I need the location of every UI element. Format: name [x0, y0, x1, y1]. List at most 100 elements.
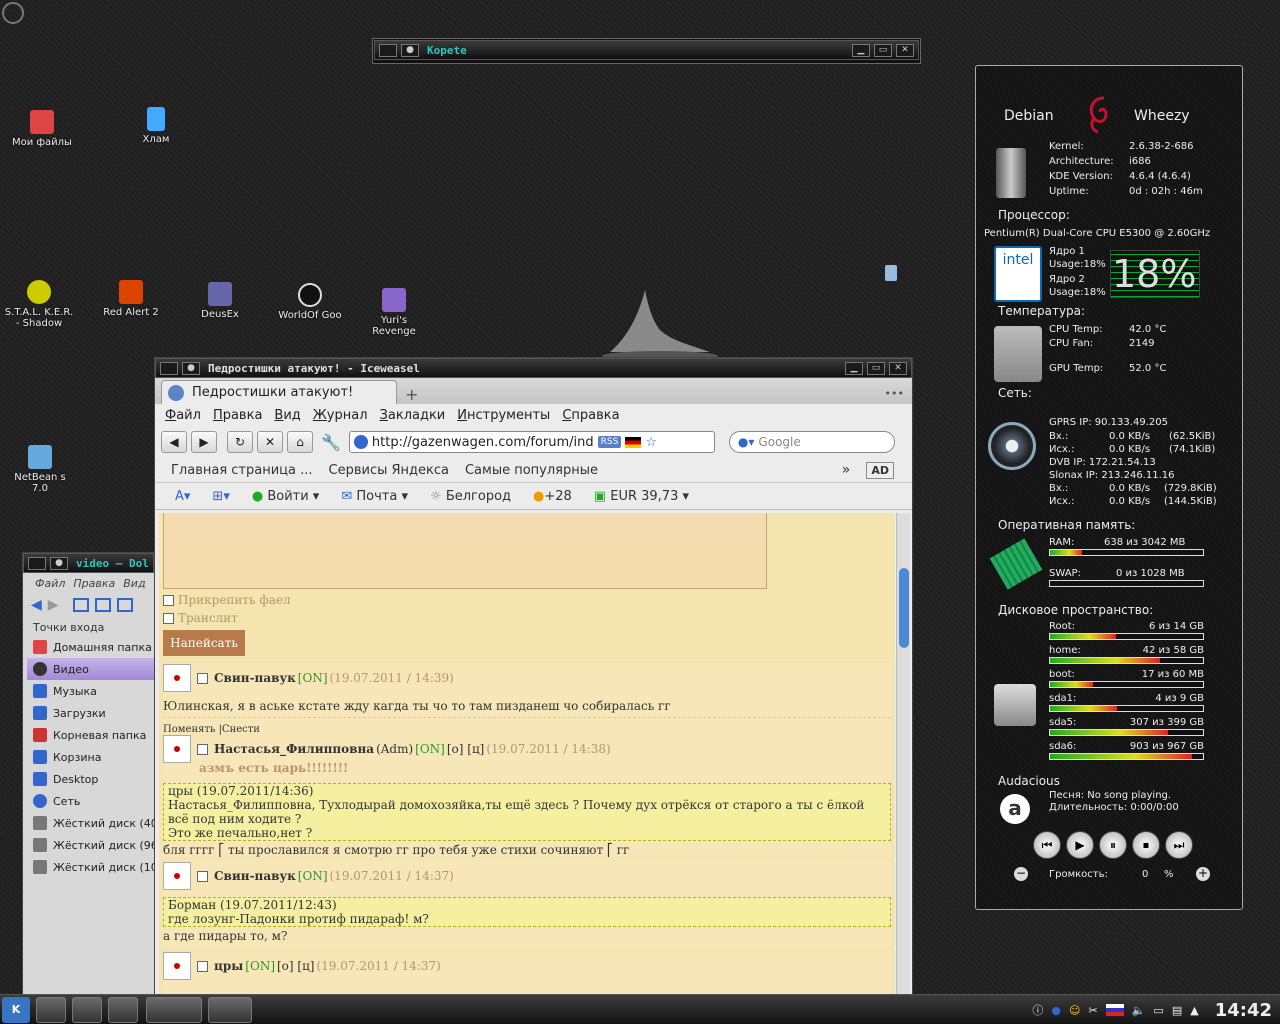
- stop-button[interactable]: ⏹: [1132, 831, 1160, 859]
- menu-edit[interactable]: Правка: [73, 577, 115, 590]
- adblock-button[interactable]: AD: [866, 461, 894, 479]
- play-button[interactable]: ▶: [1066, 831, 1094, 859]
- window-menu-button[interactable]: [379, 43, 397, 57]
- browser-icon[interactable]: [108, 996, 138, 1023]
- forward-button[interactable]: ▶: [191, 431, 217, 453]
- avatar[interactable]: [163, 952, 191, 980]
- post-actions[interactable]: Поменять |Снести: [163, 717, 891, 735]
- post-author[interactable]: цры: [214, 959, 243, 973]
- post-author[interactable]: Свин-павук: [214, 869, 296, 883]
- kopete-icon[interactable]: ☺: [1069, 1004, 1080, 1017]
- browser-titlebar[interactable]: ● Педростишки атакуют! - Iceweasel ▁ ▭ ✕: [155, 358, 912, 378]
- scissors-icon[interactable]: ✂: [1089, 1004, 1098, 1017]
- dolphin-window[interactable]: ● video — Dol Файл Правка Вид ◀ ▶ Точки …: [22, 552, 155, 997]
- menu-view[interactable]: Вид: [274, 408, 300, 423]
- login-button[interactable]: ● Войти ▾: [252, 489, 320, 504]
- home-button[interactable]: ⌂: [287, 431, 313, 453]
- rss-icon[interactable]: RSS: [597, 436, 622, 448]
- place-network[interactable]: Сеть: [27, 790, 154, 812]
- tab-active[interactable]: Педростишки атакуют!: [161, 380, 397, 404]
- select-checkbox[interactable]: [197, 870, 208, 882]
- browser-window[interactable]: ● Педростишки атакуют! - Iceweasel ▁ ▭ ✕…: [154, 357, 913, 997]
- place-disk-2[interactable]: Жёсткий диск (967,5: [27, 834, 154, 856]
- submit-button[interactable]: Напейсать: [163, 630, 245, 656]
- avatar[interactable]: [163, 862, 191, 890]
- search-engine-icon[interactable]: ●▾: [738, 435, 755, 449]
- currency-button[interactable]: ▣ EUR 39,73 ▾: [594, 489, 689, 504]
- avatar[interactable]: [163, 735, 191, 763]
- new-tab-button[interactable]: +: [405, 385, 418, 404]
- translit-option[interactable]: Транслит: [163, 611, 238, 625]
- minimize-button[interactable]: ▁: [845, 361, 863, 375]
- display-icon[interactable]: ▭: [1153, 1004, 1163, 1017]
- volume-down-button[interactable]: −: [1014, 867, 1028, 881]
- icons-view-icon[interactable]: [72, 598, 89, 612]
- minimize-button[interactable]: ▁: [852, 43, 870, 57]
- menu-file[interactable]: Файл: [165, 408, 201, 423]
- maximize-button[interactable]: ▭: [867, 361, 885, 375]
- desktop-icon-my-files[interactable]: Мои файлы: [7, 110, 77, 148]
- previous-track-button[interactable]: ⏮: [1033, 831, 1061, 859]
- url-text[interactable]: http://gazenwagen.com/forum/ind: [372, 435, 594, 450]
- volume-up-button[interactable]: +: [1196, 867, 1210, 881]
- desktop-icon-yuris-revenge[interactable]: Yuri's Revenge: [359, 288, 429, 337]
- info-icon[interactable]: ⓘ: [1032, 1002, 1043, 1018]
- sticky-button[interactable]: ●: [50, 556, 68, 570]
- select-checkbox[interactable]: [197, 672, 208, 684]
- wrench-icon[interactable]: 🔧: [321, 433, 341, 452]
- task-dolphin[interactable]: [208, 996, 252, 1023]
- desktop-icon-stalker[interactable]: S.T.A.L. K.E.R. - Shadow: [4, 280, 74, 329]
- keyboard-layout-flag-icon[interactable]: [1105, 1004, 1124, 1016]
- kde-menu-icon[interactable]: K: [2, 996, 30, 1023]
- zoom-icon[interactable]: ⊞▾: [212, 489, 229, 504]
- network-icon[interactable]: ●: [1051, 1004, 1061, 1017]
- clipboard-icon[interactable]: ▤: [1172, 1004, 1182, 1017]
- place-root[interactable]: Корневая папка: [27, 724, 154, 746]
- place-video[interactable]: Видео: [27, 658, 154, 680]
- kopete-titlebar[interactable]: ● Kopete ▁ ▭ ✕: [374, 40, 919, 60]
- desktop-widget-icon[interactable]: [885, 265, 897, 281]
- post-author[interactable]: Свин-павук: [214, 671, 296, 685]
- menu-file[interactable]: Файл: [35, 577, 65, 590]
- desktop-icon-worldofgoo[interactable]: WorldOf Goo: [275, 283, 345, 321]
- reload-button[interactable]: ↻: [227, 431, 253, 453]
- dolphin-titlebar[interactable]: ● video — Dol: [23, 553, 154, 573]
- attach-checkbox[interactable]: [163, 595, 174, 606]
- columns-view-icon[interactable]: [116, 598, 133, 612]
- city-button[interactable]: ☼ Белгород: [430, 489, 511, 504]
- next-track-button[interactable]: ⏭: [1165, 831, 1193, 859]
- details-view-icon[interactable]: [94, 598, 111, 612]
- menu-view[interactable]: Вид: [123, 577, 145, 590]
- chevron-right-icon[interactable]: »: [842, 462, 851, 478]
- desktop-icon-trash[interactable]: Хлам: [121, 107, 191, 145]
- search-box[interactable]: ●▾ Google: [728, 431, 895, 453]
- desktop-icon-deusex[interactable]: DeusEx: [185, 282, 255, 320]
- back-icon[interactable]: ◀: [31, 597, 42, 613]
- menu-bookmarks[interactable]: Закладки: [380, 408, 446, 423]
- clock[interactable]: 14:42: [1215, 1000, 1272, 1021]
- post-author[interactable]: Настасья_Филипповна: [214, 742, 374, 756]
- attach-option[interactable]: Прикрепить фаел: [163, 593, 291, 607]
- pause-button[interactable]: ⏸: [1099, 831, 1127, 859]
- menu-tools[interactable]: Инструменты: [457, 408, 550, 423]
- place-disk-1[interactable]: Жёсткий диск (400,5: [27, 812, 154, 834]
- place-music[interactable]: Музыка: [27, 680, 154, 702]
- avatar[interactable]: [163, 664, 191, 692]
- maximize-button[interactable]: ▭: [874, 43, 892, 57]
- bookmark-most-popular[interactable]: Самые популярные: [465, 463, 598, 478]
- back-button[interactable]: ◀: [161, 431, 187, 453]
- back-arrow-icon[interactable]: [36, 996, 66, 1023]
- place-trash[interactable]: Корзина: [27, 746, 154, 768]
- kopete-window[interactable]: ● Kopete ▁ ▭ ✕: [372, 38, 921, 64]
- place-disk-3[interactable]: Жёсткий диск (10,0: [27, 856, 154, 878]
- close-button[interactable]: ✕: [889, 361, 907, 375]
- translit-checkbox[interactable]: [163, 613, 174, 624]
- forward-icon[interactable]: ▶: [48, 597, 59, 613]
- cube-icon[interactable]: [72, 996, 102, 1023]
- sticky-button[interactable]: ●: [401, 43, 419, 57]
- place-desktop[interactable]: Desktop: [27, 768, 154, 790]
- weather-button[interactable]: ●+28: [533, 489, 572, 504]
- bookmark-home[interactable]: Главная страница ...: [171, 463, 313, 478]
- close-button[interactable]: ✕: [896, 43, 914, 57]
- desktop-toolbox-icon[interactable]: [2, 2, 24, 24]
